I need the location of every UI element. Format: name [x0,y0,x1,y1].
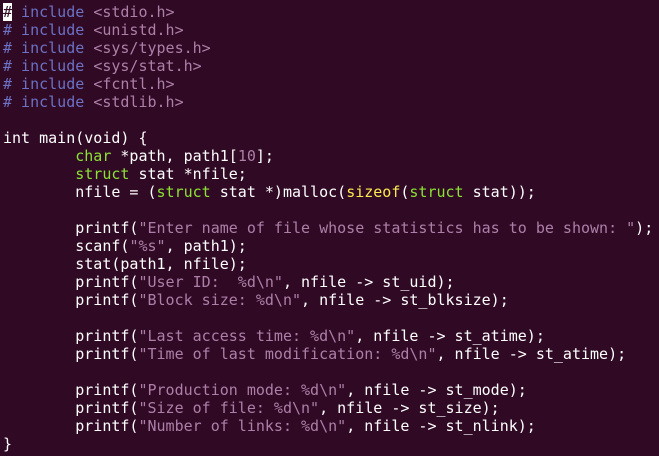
code-line[interactable] [3,111,659,129]
code-token: , nfile -> st_atime); [436,345,627,363]
code-line[interactable]: printf("Size of file: %d\n", nfile -> st… [3,399,659,417]
code-token: "Size of file: %d\n" [138,399,320,417]
code-editor[interactable]: # include <stdio.h> # include <unistd.h> #… [3,3,659,456]
code-line[interactable]: printf("Block size: %d\n", nfile -> st_b… [3,291,659,309]
code-line[interactable]: printf("Last access time: %d\n", nfile -… [3,327,659,345]
code-token: ); [635,219,654,237]
code-token: <sys/stat.h> [93,57,202,75]
code-token: <sys/types.h> [93,39,211,57]
code-line[interactable]: # include <fcntl.h> [3,75,659,93]
code-line[interactable]: printf("Number of links: %d\n", nfile ->… [3,417,659,435]
code-line[interactable]: printf("User ID: %d\n", nfile -> st_uid)… [3,273,659,291]
code-token: *path, path1[ [111,147,238,165]
code-line[interactable]: nfile = (struct stat *)malloc(sizeof(str… [3,183,659,201]
code-token: ]; [255,147,274,165]
code-token: "Block size: %d\n" [138,291,302,309]
code-line[interactable]: char *path, path1[10]; [3,147,659,165]
code-token: <unistd.h> [93,21,184,39]
code-line[interactable]: # include <stdio.h> [3,3,659,21]
code-line[interactable]: # include <sys/stat.h> [3,57,659,75]
code-token: "Last access time: %d\n" [138,327,356,345]
code-token: "Number of links: %d\n" [138,417,347,435]
code-token: "Time of last modification: %d\n" [138,345,437,363]
code-token: int main(void) { [3,129,148,147]
code-token: printf( [3,417,139,435]
code-token: , nfile -> st_blksize); [301,291,509,309]
code-token: # include [3,39,94,57]
code-token: printf( [3,345,139,363]
code-token: printf( [3,273,139,291]
code-line[interactable] [3,201,659,219]
code-token: <stdlib.h> [93,93,184,111]
code-line[interactable]: # include <unistd.h> [3,21,659,39]
code-token: printf( [3,327,139,345]
code-token: , nfile -> st_mode); [346,381,527,399]
code-token: 10 [237,147,256,165]
code-line[interactable]: # include <stdlib.h> [3,93,659,111]
code-line[interactable]: } [3,435,659,453]
code-line[interactable]: struct stat *nfile; [3,165,659,183]
text-cursor: # [3,3,13,21]
code-token: char [75,147,112,165]
code-token: , nfile -> st_nlink); [346,417,536,435]
code-line[interactable] [3,363,659,381]
code-token: stat(path1, nfile); [3,255,247,273]
code-token: # include [3,93,94,111]
code-line[interactable]: stat(path1, nfile); [3,255,659,273]
code-token: # include [3,57,94,75]
code-line[interactable]: # include <sys/types.h> [3,39,659,57]
code-token: <stdio.h> [93,3,175,21]
code-token: stat *nfile; [129,165,247,183]
code-token: , nfile -> st_uid); [282,273,455,291]
code-line[interactable]: printf("Time of last modification: %d\n"… [3,345,659,363]
code-token: } [3,435,13,453]
code-line[interactable]: int main(void) { [3,129,659,147]
code-token: <fcntl.h> [93,75,175,93]
code-token: sizeof [346,183,401,201]
code-line[interactable]: printf("Enter name of file whose statist… [3,219,659,237]
code-token: , nfile -> st_atime); [355,327,545,345]
code-token: include [12,3,94,21]
code-token: , nfile -> st_size); [319,399,500,417]
code-token: printf( [3,219,139,237]
code-token: scanf( [3,237,130,255]
code-token: printf( [3,399,139,417]
code-token: "Enter name of file whose statistics has… [138,219,636,237]
code-token: stat)); [463,183,536,201]
code-line[interactable]: scanf("%s", path1); [3,237,659,255]
code-token: struct [409,183,464,201]
code-token: stat *)malloc( [210,183,347,201]
code-line[interactable] [3,309,659,327]
code-token: "User ID: %d\n" [138,273,283,291]
code-token: struct [75,165,130,183]
code-token: printf( [3,291,139,309]
code-token: , path1); [165,237,247,255]
code-token: "%s" [129,237,166,255]
code-token: printf( [3,381,139,399]
code-token: # include [3,21,94,39]
code-token: "Production mode: %d\n" [138,381,347,399]
code-token: nfile = ( [3,183,157,201]
code-line[interactable]: printf("Production mode: %d\n", nfile ->… [3,381,659,399]
code-token: # include [3,75,94,93]
code-token: struct [156,183,211,201]
